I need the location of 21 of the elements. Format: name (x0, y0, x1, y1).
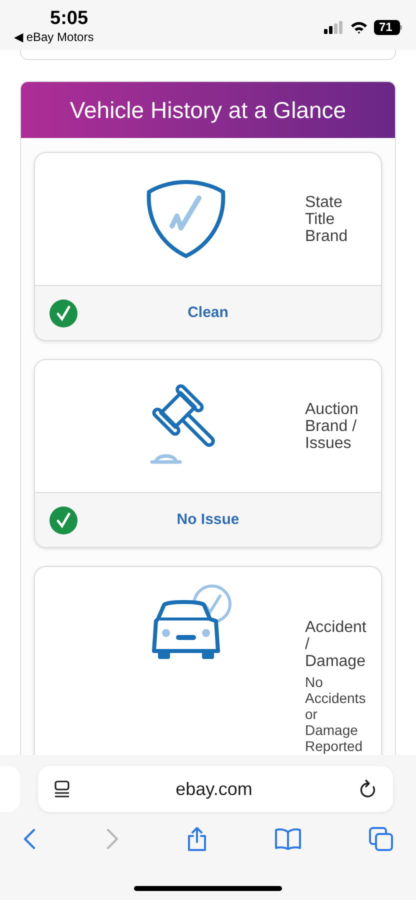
card-title: Auction Brand / Issues (305, 400, 360, 452)
card-title: Accident / Damage (305, 619, 368, 670)
status-text: Clean (186, 302, 230, 323)
address-bar[interactable]: ebay.com (38, 766, 392, 812)
status-text: No Issue (176, 510, 240, 530)
address-text: ebay.com (174, 778, 254, 801)
reload-icon[interactable] (358, 779, 376, 799)
tabs-icon[interactable] (368, 826, 394, 852)
card-detail: No Accidents or Damage Reported (305, 674, 367, 754)
reader-icon[interactable] (54, 780, 70, 798)
shield-check-icon (145, 178, 227, 260)
back-to-app-link[interactable]: ◀ eBay Motors (14, 30, 94, 44)
clock-time: 5:05 (50, 8, 88, 30)
wifi-icon (350, 20, 368, 34)
back-icon[interactable] (22, 828, 38, 850)
card-title: State Title Brand (305, 194, 349, 244)
battery-indicator: 71 (374, 20, 402, 34)
signal-icon (324, 20, 344, 34)
bookmarks-icon[interactable] (274, 828, 302, 850)
panel-title: Vehicle History at a Glance (70, 96, 346, 125)
share-icon[interactable] (186, 826, 208, 852)
